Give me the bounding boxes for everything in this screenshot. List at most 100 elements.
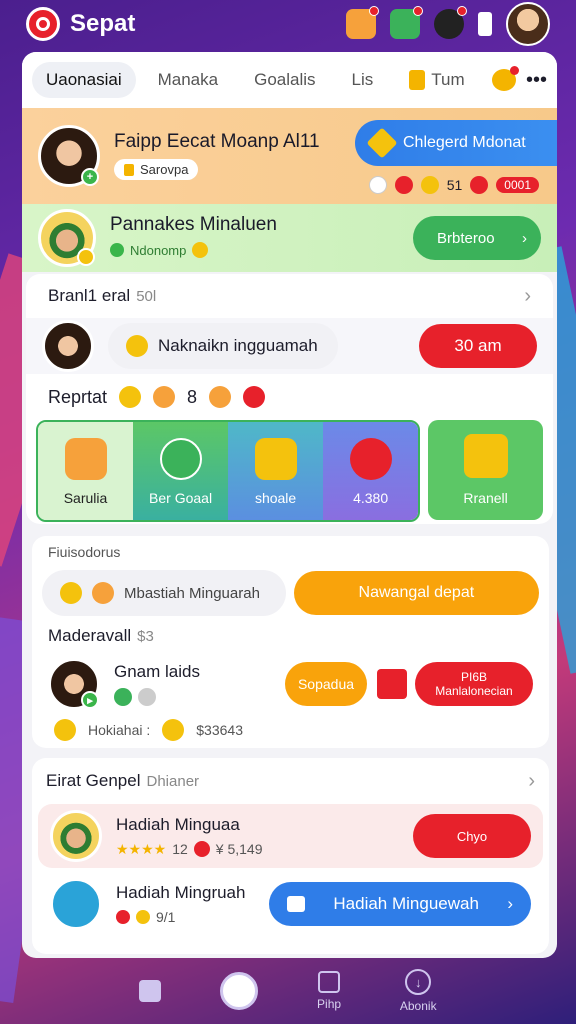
battery-icon: [478, 12, 492, 36]
button-label: Brbteroo: [437, 229, 495, 247]
subsection-title: Maderavall: [48, 626, 132, 645]
profile-stats: 51 0001: [368, 176, 539, 194]
section-header[interactable]: Branl1 eral 50l ›: [26, 274, 553, 318]
section-sub: 50l: [136, 287, 157, 305]
nav-item-bookmark[interactable]: [139, 980, 162, 1002]
box-icon: [318, 971, 341, 993]
item-price: ¥ 5,149: [215, 841, 263, 857]
user-name: Gnam laids: [114, 662, 200, 681]
box-icon: [287, 896, 305, 912]
reward-summary: Reprtat 8: [26, 374, 553, 420]
item-meta: 12: [172, 841, 188, 857]
button-label: PI6B: [460, 670, 487, 684]
section-card: Branl1 eral 50l › Naknaikn ingguamah 30 …: [26, 274, 553, 524]
tile-sarulia[interactable]: Sarulia: [38, 422, 134, 520]
more-icon[interactable]: •••: [526, 69, 547, 92]
nav-item-pihp[interactable]: Pihp: [317, 971, 341, 1011]
coin-icon: [136, 910, 150, 924]
buy-button[interactable]: Chyo: [413, 814, 531, 858]
online-icon: [110, 243, 124, 257]
item-label: Mbastiah Minguarah: [124, 584, 260, 602]
list-item: Hadiah Mingruah 9/1 Hadiah Minguewah ›: [32, 868, 549, 940]
ticket-icon: [463, 434, 508, 478]
tile-shoale[interactable]: shoale: [228, 422, 324, 520]
button-label: Hadiah Minguewah: [333, 894, 479, 913]
hand-icon: [209, 386, 232, 408]
gift-icon[interactable]: [377, 669, 407, 699]
section-sub: Dhianer: [146, 772, 200, 790]
reward-pill[interactable]: Naknaikn ingguamah: [108, 323, 338, 369]
chat-icon[interactable]: [491, 66, 519, 91]
tile-ber-goaal[interactable]: Ber Goaal: [133, 422, 229, 520]
user-avatar[interactable]: ▸: [48, 658, 100, 710]
promo-button[interactable]: Brbteroo ›: [413, 216, 541, 260]
tab-lis[interactable]: Lis: [338, 62, 388, 98]
top-bar: Sepat: [0, 0, 576, 48]
profile-name: Faipp Eecat Moanp Al11: [114, 131, 320, 153]
list-item: Hadiah Minguaa ★★★★ 12 ¥ 5,149 Chyo: [38, 804, 543, 868]
coin-icon: [366, 127, 398, 159]
face-icon: [368, 176, 387, 194]
reward-pill[interactable]: Mbastiah Minguarah: [42, 570, 286, 616]
rating-stars-icon: ★★★★: [116, 840, 167, 857]
section-header: Fiuisodorus: [32, 536, 549, 568]
chevron-right-icon: ›: [528, 769, 535, 792]
action-button[interactable]: Sopadua: [285, 662, 367, 706]
profile-row: + Faipp Eecat Moanp Al11 Sarovpa Chleger…: [22, 108, 557, 204]
profile-cta-button[interactable]: Chlegerd Mdonat: [355, 120, 557, 166]
claim-button[interactable]: 30 am: [419, 324, 537, 368]
nav-item-home[interactable]: [220, 972, 259, 1010]
profile-avatar[interactable]: +: [38, 125, 100, 187]
item-name: Hadiah Mingruah: [116, 883, 246, 902]
tab-home[interactable]: Uaonasiai: [32, 62, 136, 98]
item-avatar[interactable]: [50, 878, 102, 930]
download-icon: ↓: [405, 969, 432, 995]
star-icon: [420, 176, 439, 194]
user-avatar[interactable]: [42, 320, 94, 372]
fire-icon: [153, 386, 176, 408]
item-label: Naknaikn ingguamah: [158, 336, 318, 355]
redeem-button[interactable]: Nawangal depat: [293, 571, 539, 615]
mascot-icon[interactable]: [434, 6, 467, 39]
promo-chip: Ndonomp: [110, 242, 209, 258]
button-sublabel: Manlalonecian: [435, 684, 513, 698]
tab-bar: Uaonasiai Manaka Goalalis Lis Tum •••: [22, 52, 557, 108]
special-offer-button[interactable]: PI6B Manlalonecian: [415, 662, 533, 706]
tile-value[interactable]: 4.380: [323, 422, 419, 520]
user-avatar[interactable]: [506, 2, 550, 46]
gift-icon: [409, 70, 426, 90]
badge-icon: [124, 163, 134, 176]
nav-item-abonik[interactable]: ↓ Abonik: [400, 969, 437, 1013]
tab-tum[interactable]: Tum: [395, 62, 478, 98]
claim-button[interactable]: Hadiah Minguewah ›: [269, 882, 531, 926]
points-value: $33643: [196, 722, 243, 738]
gift-icon[interactable]: [390, 6, 423, 39]
subsection-value: $3: [137, 627, 154, 645]
nav-label: Pihp: [317, 997, 342, 1011]
character-icon: [64, 438, 107, 480]
section-card: Eirat Genpel Dhianer › Hadiah Minguaa ★★…: [32, 758, 549, 954]
reward-title: Reprtat: [48, 386, 108, 407]
chevron-right-icon: ›: [507, 894, 513, 913]
promo-avatar[interactable]: [38, 209, 96, 267]
tab-manaka[interactable]: Manaka: [144, 62, 232, 98]
tab-goalalis[interactable]: Goalalis: [240, 62, 329, 98]
item-avatar[interactable]: [50, 810, 102, 862]
bottom-nav: Pihp ↓ Abonik: [0, 958, 576, 1024]
status-icon: [138, 688, 156, 706]
stat-value: 51: [446, 177, 463, 193]
button-label: Chlegerd Mdonat: [403, 134, 526, 151]
tile-group: Sarulia Ber Goaal shoale 4.380: [36, 420, 421, 522]
main-panel: Uaonasiai Manaka Goalalis Lis Tum ••• + …: [22, 52, 557, 958]
mail-icon[interactable]: [346, 6, 379, 39]
section-title: Eirat Genpel: [46, 771, 141, 790]
coin-icon: [192, 242, 209, 258]
tile-rranell[interactable]: Rranell: [428, 420, 543, 520]
tab-label: Tum: [431, 70, 465, 89]
app-logo-icon[interactable]: [26, 7, 60, 41]
ticket-icon: [60, 582, 82, 604]
promo-name: Pannakes Minaluen: [110, 214, 277, 235]
chevron-right-icon: ›: [524, 284, 531, 307]
section-header[interactable]: Eirat Genpel Dhianer ›: [32, 758, 549, 804]
points-label: Hokiahai :: [88, 722, 151, 738]
